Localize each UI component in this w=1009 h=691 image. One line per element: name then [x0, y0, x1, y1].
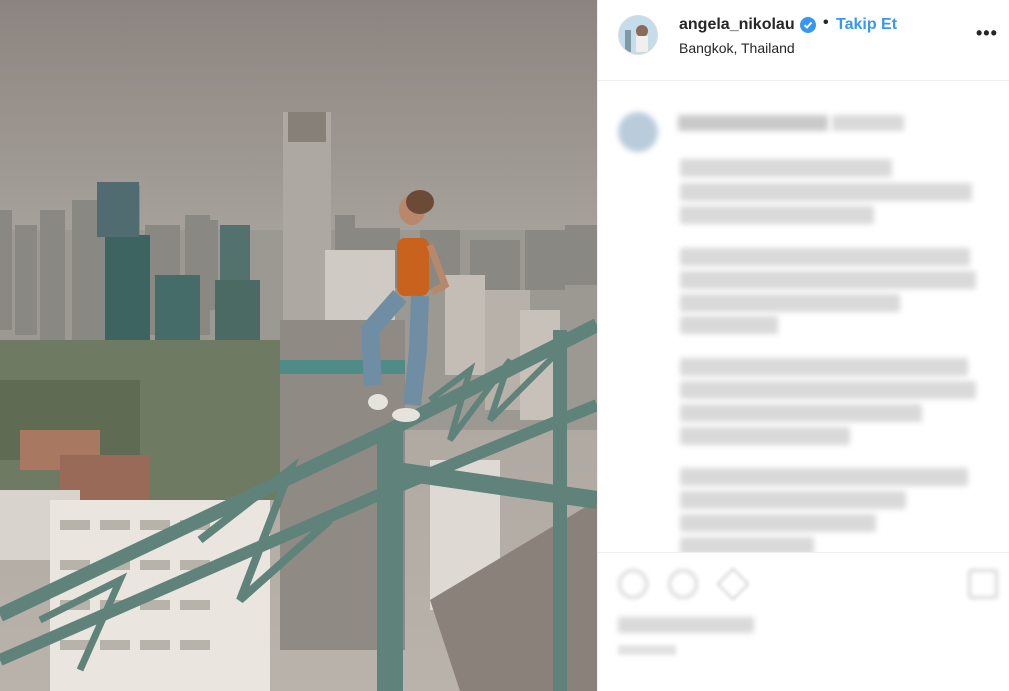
caption-area-blurred	[598, 82, 1009, 552]
separator-dot: •	[823, 14, 829, 31]
avatar[interactable]	[618, 15, 658, 55]
post-photo[interactable]	[0, 0, 597, 691]
caption-line-blurred	[680, 404, 922, 422]
rooftop-photo-illustration	[0, 0, 597, 691]
share-icon[interactable]	[716, 567, 750, 601]
more-options-icon[interactable]: •••	[976, 24, 997, 46]
post-side-panel: angela_nikolau • Takip Et Bangkok, Thail…	[597, 0, 1009, 691]
heart-icon[interactable]	[618, 569, 648, 599]
action-bar	[598, 552, 1009, 691]
caption-line-blurred	[680, 427, 850, 445]
caption-line-blurred	[680, 381, 976, 399]
post-header: angela_nikolau • Takip Et Bangkok, Thail…	[598, 0, 1009, 81]
follow-button[interactable]: Takip Et	[836, 16, 897, 34]
caption-line-blurred	[680, 248, 970, 266]
caption-line-blurred	[680, 537, 814, 552]
likes-count-blurred[interactable]	[618, 617, 754, 633]
caption-line-blurred	[680, 514, 876, 532]
caption-line-blurred	[680, 358, 968, 376]
caption-line-blurred	[680, 206, 874, 224]
username-link[interactable]: angela_nikolau	[679, 16, 795, 34]
caption-line-blurred	[680, 159, 892, 177]
caption-line-blurred	[680, 271, 976, 289]
comment-icon[interactable]	[668, 569, 698, 599]
caption-line-blurred	[680, 491, 906, 509]
caption-line-blurred	[680, 294, 900, 312]
caption-line-blurred	[680, 316, 778, 334]
caption-line-blurred	[680, 183, 972, 201]
location-link[interactable]: Bangkok, Thailand	[679, 40, 795, 56]
post-time-blurred	[618, 645, 676, 655]
verified-badge-icon	[800, 17, 816, 33]
caption-username-blurred	[678, 115, 828, 131]
caption-avatar	[618, 112, 658, 152]
bookmark-icon[interactable]	[968, 569, 998, 599]
caption-time-blurred	[832, 115, 904, 131]
caption-line-blurred	[680, 468, 968, 486]
